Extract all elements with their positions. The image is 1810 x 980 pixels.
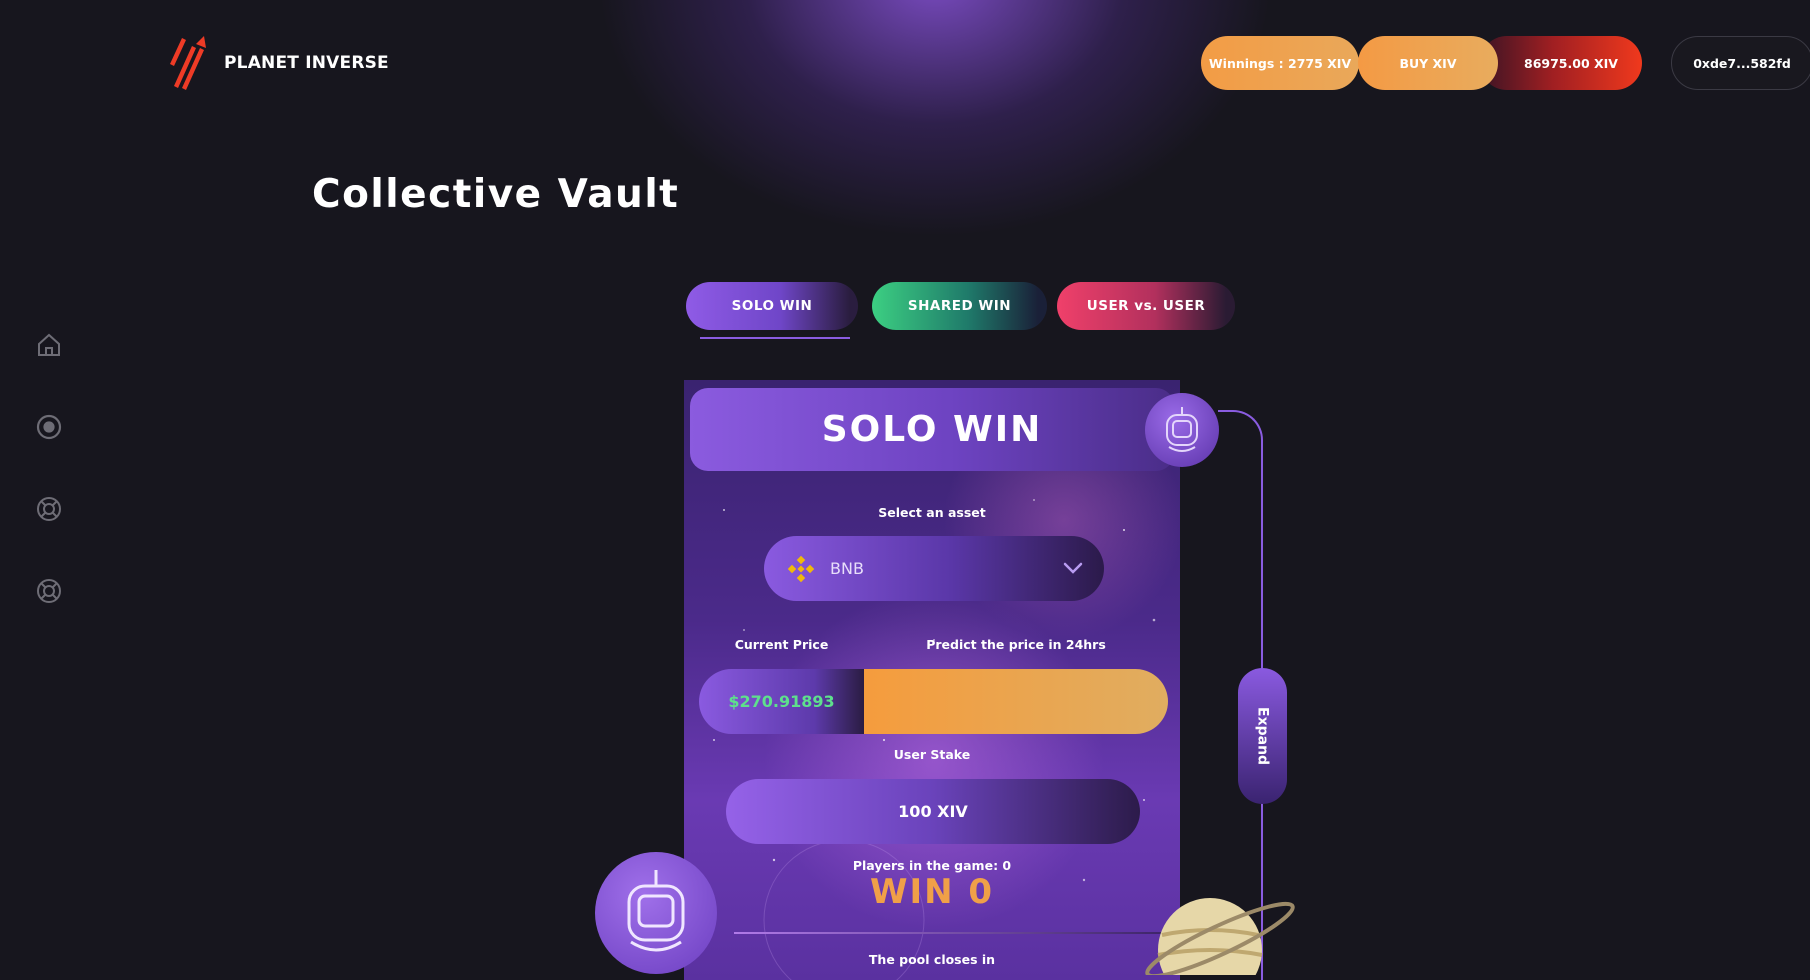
tab-solo-win[interactable]: SOLO WIN — [686, 282, 858, 330]
card-title: SOLO WIN — [690, 388, 1174, 471]
winnings-button[interactable]: Winnings : 2775 XIV — [1201, 36, 1359, 90]
current-price-label: Current Price — [734, 637, 829, 652]
chevron-down-icon — [1063, 562, 1083, 574]
lifebuoy-icon[interactable] — [35, 577, 63, 605]
lifebuoy-icon[interactable] — [35, 495, 63, 523]
tab-shared-win[interactable]: SHARED WIN — [872, 282, 1047, 330]
expand-label: Expand — [1254, 706, 1271, 766]
asset-select[interactable]: BNB — [764, 536, 1104, 601]
buy-xiv-button[interactable]: BUY XIV — [1358, 36, 1498, 90]
asset-name: BNB — [830, 559, 864, 578]
saturn-icon — [1145, 898, 1295, 975]
price-row: $270.91893 — [699, 669, 1168, 734]
expand-button[interactable]: Expand — [1238, 668, 1287, 804]
active-tab-indicator — [700, 337, 850, 339]
user-stake-label: User Stake — [893, 747, 971, 762]
home-icon[interactable] — [35, 331, 63, 359]
select-asset-label: Select an asset — [878, 505, 986, 520]
balance-display: 86975.00 XIV — [1480, 36, 1642, 90]
wallet-address-button[interactable]: 0xde7...582fd — [1671, 36, 1810, 90]
astronaut-badge — [595, 852, 717, 974]
target-icon[interactable] — [35, 413, 63, 441]
astronaut-helmet-icon — [1166, 407, 1198, 452]
brand-logo[interactable]: PLANET INVERSE — [166, 34, 389, 92]
user-stake-field[interactable]: 100 XIV — [726, 779, 1140, 844]
game-card: SOLO WIN Select an asset BNB Current Pri… — [684, 380, 1180, 980]
win-amount: WIN 0 — [869, 872, 995, 912]
planet-inverse-logo-icon — [170, 36, 206, 90]
divider — [734, 932, 1174, 934]
bnb-icon — [787, 555, 815, 582]
astronaut-helmet-icon — [627, 870, 685, 952]
tab-user-vs-user[interactable]: USER vs. USER — [1057, 282, 1235, 330]
page-title: Collective Vault — [312, 172, 680, 217]
current-price-value: $270.91893 — [699, 669, 864, 734]
predict-price-input[interactable] — [864, 669, 1168, 734]
brand-name: PLANET INVERSE — [224, 53, 389, 73]
players-count: Players in the game: 0 — [852, 858, 1012, 873]
astronaut-badge — [1145, 393, 1219, 467]
predict-price-label: Predict the price in 24hrs — [926, 637, 1106, 652]
pool-closes-label: The pool closes in — [868, 952, 996, 967]
